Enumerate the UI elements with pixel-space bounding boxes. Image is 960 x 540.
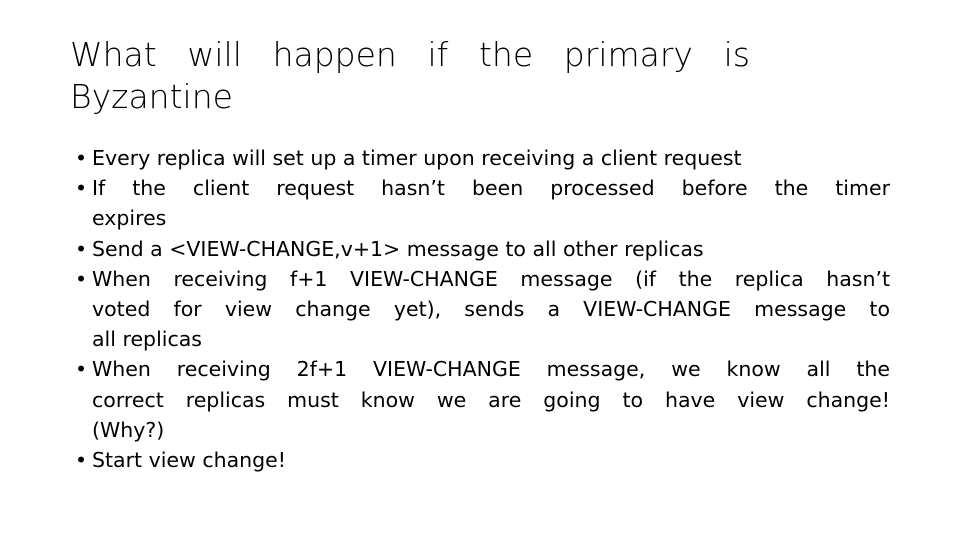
list-item-text: When receiving f+1 VIEW-CHANGE message (… (92, 264, 890, 355)
list-item-line: Every replica will set up a timer upon r… (92, 146, 742, 170)
list-item-line: correct replicas must know we are going … (92, 387, 890, 412)
presentation-slide: What will happen if the primary is Byzan… (0, 0, 960, 540)
list-item: • Start view change! (70, 445, 890, 475)
list-item-line: Start view change! (92, 448, 286, 473)
bullet-icon: • (75, 357, 88, 382)
list-item: • Send a <VIEW-CHANGE,v+1> message to al… (70, 234, 890, 264)
list-item-text: Every replica will set up a timer upon r… (92, 143, 890, 173)
list-item-text: When receiving 2f+1 VIEW-CHANGE message,… (92, 354, 890, 445)
list-item-line: When receiving f+1 VIEW-CHANGE message (… (92, 266, 890, 291)
slide-title-line-2: Byzantine (70, 77, 233, 116)
slide-body-bullet-list: • Every replica will set up a timer upon… (70, 143, 890, 475)
bullet-icon: • (75, 146, 88, 170)
bullet-icon: • (75, 176, 88, 201)
slide-title: What will happen if the primary is Byzan… (70, 34, 750, 118)
list-item: • When receiving 2f+1 VIEW-CHANGE messag… (70, 354, 890, 445)
list-item-line: expires (92, 206, 167, 231)
list-item-line: all replicas (92, 327, 202, 352)
list-item-line: voted for view change yet), sends a VIEW… (92, 297, 890, 322)
list-item-text: If the client request hasn’t been proces… (92, 173, 890, 233)
list-item-line: When receiving 2f+1 VIEW-CHANGE message,… (92, 357, 890, 382)
list-item: • Every replica will set up a timer upon… (70, 143, 890, 173)
list-item: • When receiving f+1 VIEW-CHANGE message… (70, 264, 890, 355)
list-item-line: If the client request hasn’t been proces… (92, 176, 890, 201)
bullet-icon: • (75, 448, 88, 473)
list-item-line: (Why?) (92, 417, 165, 442)
list-item-text: Start view change! (92, 445, 890, 475)
slide-title-line-1: What will happen if the primary is (70, 35, 750, 74)
list-item: • If the client request hasn’t been proc… (70, 173, 890, 233)
list-item-line: Send a <VIEW-CHANGE,v+1> message to all … (92, 236, 704, 261)
bullet-icon: • (75, 236, 88, 261)
list-item-text: Send a <VIEW-CHANGE,v+1> message to all … (92, 234, 890, 264)
bullet-icon: • (75, 266, 88, 291)
